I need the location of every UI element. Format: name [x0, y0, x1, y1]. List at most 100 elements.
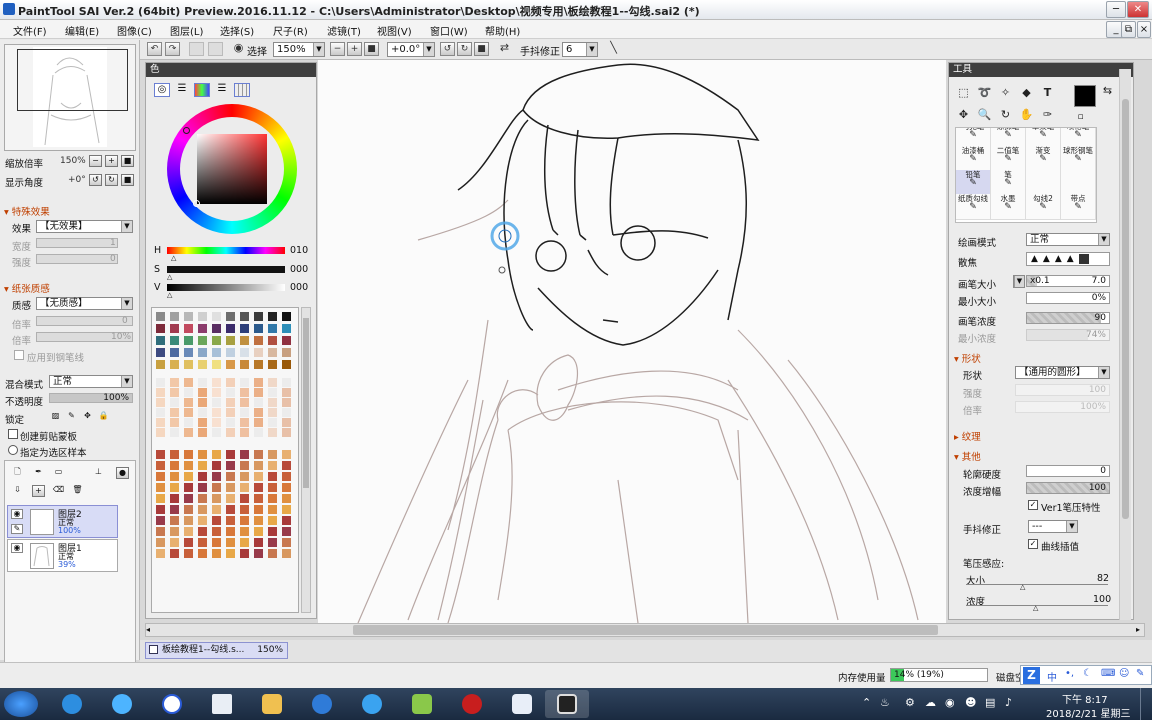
color-swatch[interactable] [268, 516, 277, 525]
text-tool-icon[interactable]: T [1039, 85, 1056, 101]
color-swatch[interactable] [254, 388, 263, 397]
brush-slot[interactable]: 勾线2 ✎ [1026, 194, 1061, 220]
color-swatch[interactable] [170, 428, 179, 437]
navigator-preview[interactable] [4, 44, 136, 151]
color-swatch[interactable] [226, 312, 235, 321]
color-swatch[interactable] [170, 408, 179, 417]
brush-slot[interactable]: 水墨 ✎ [991, 194, 1026, 220]
color-swatch[interactable] [226, 505, 235, 514]
color-swatch[interactable] [170, 483, 179, 492]
color-swatch[interactable] [156, 450, 165, 459]
color-swatch[interactable] [156, 418, 165, 427]
color-swatch[interactable] [254, 360, 263, 369]
color-swatch[interactable] [170, 505, 179, 514]
brush-slot[interactable]: 球形钢笔 ✎ [1061, 146, 1096, 172]
menu-edit[interactable]: 编辑(E) [65, 23, 99, 38]
color-swatch[interactable] [198, 472, 207, 481]
color-swatch[interactable] [184, 450, 193, 459]
color-swatch[interactable] [282, 312, 291, 321]
color-swatch[interactable] [282, 398, 291, 407]
color-swatch[interactable] [198, 388, 207, 397]
zoom-out-icon[interactable]: − [330, 42, 345, 56]
color-swatch[interactable] [268, 538, 277, 547]
color-swatch[interactable] [240, 472, 249, 481]
ime-moon-icon[interactable]: ☾ [1083, 668, 1092, 679]
color-swatch[interactable] [254, 408, 263, 417]
color-swatch[interactable] [184, 527, 193, 536]
lock-all-icon[interactable]: 🔒 [97, 411, 110, 423]
menu-window[interactable]: 窗口(W) [430, 23, 468, 38]
color-swatch[interactable] [212, 312, 221, 321]
color-swatch[interactable] [254, 428, 263, 437]
color-swatch[interactable] [254, 483, 263, 492]
zoom-reset-icon[interactable]: ■ [364, 42, 379, 56]
saturation-value-square[interactable] [197, 134, 267, 204]
color-swatch[interactable] [254, 336, 263, 345]
color-swatch[interactable] [156, 348, 165, 357]
tray-chevron-icon[interactable]: ⌃ [862, 696, 871, 709]
color-swatch[interactable] [198, 450, 207, 459]
menu-select[interactable]: 选择(S) [220, 23, 254, 38]
color-swatch[interactable] [254, 324, 263, 333]
texture-scale-slider[interactable] [36, 316, 133, 326]
blend-mode-select[interactable]: 正常 ▼ [49, 375, 133, 388]
color-swatch[interactable] [184, 348, 193, 357]
color-swatch[interactable] [226, 461, 235, 470]
min-size-slider[interactable]: 0% [1026, 292, 1110, 304]
tray-icon[interactable]: ◉ [945, 696, 955, 709]
eye-icon[interactable]: ◉ [11, 543, 23, 553]
shape-strength-slider[interactable]: 100 [1015, 384, 1110, 396]
color-swatch[interactable] [170, 494, 179, 503]
color-swatch[interactable] [268, 505, 277, 514]
brush-slot[interactable]: 晕染笔✎ [1026, 128, 1061, 148]
brush-slot[interactable]: 油漆桶 ✎ [956, 146, 991, 172]
mdi-close-button[interactable]: × [1137, 21, 1151, 38]
color-swatch[interactable] [156, 549, 165, 558]
color-swatch[interactable] [226, 418, 235, 427]
color-swatch[interactable] [268, 428, 277, 437]
color-swatch[interactable] [170, 450, 179, 459]
color-swatch[interactable] [212, 388, 221, 397]
color-swatch[interactable] [184, 483, 193, 492]
color-swatch[interactable] [240, 312, 249, 321]
scroll-left-icon[interactable]: ◂ [146, 625, 150, 634]
brush-slot[interactable]: 笔 ✎ [991, 170, 1026, 196]
primary-color-swatch[interactable] [1074, 85, 1096, 107]
layer-item-1[interactable]: ◉ 图层1 正常 39% [7, 539, 118, 572]
mixer-tab-icon[interactable]: ☰ [214, 83, 230, 97]
color-swatch[interactable] [282, 450, 291, 459]
color-swatch[interactable] [184, 428, 193, 437]
ime-keyboard-icon[interactable]: ⌨ [1101, 668, 1115, 679]
start-button[interactable] [4, 691, 38, 717]
texture-section-header[interactable]: ▸ 纹理 [954, 429, 981, 443]
minimize-button[interactable]: ─ [1106, 1, 1126, 18]
straight-line-icon[interactable]: ╲ [606, 42, 621, 56]
swatch-scrollbar-thumb[interactable] [303, 318, 309, 488]
drawing-canvas[interactable] [318, 60, 946, 623]
color-swatch[interactable] [240, 450, 249, 459]
color-swatch[interactable] [226, 360, 235, 369]
deselect-button[interactable] [189, 42, 204, 56]
brush-slot[interactable]: 纸质勾线 ✎ [956, 194, 991, 220]
effect-select[interactable]: 【无效果】 ▼ [36, 220, 133, 233]
color-swatch[interactable] [240, 494, 249, 503]
color-swatch[interactable] [198, 378, 207, 387]
transparent-color-icon[interactable]: ▫ [1072, 109, 1089, 125]
color-swatch[interactable] [170, 312, 179, 321]
rotate-icon[interactable]: ↻ [997, 107, 1014, 123]
color-wheel-tab-icon[interactable]: ◎ [154, 83, 170, 97]
color-swatch[interactable] [240, 378, 249, 387]
color-swatch[interactable] [184, 505, 193, 514]
rotate-reset-icon[interactable]: ■ [474, 42, 489, 56]
color-swatch[interactable] [212, 461, 221, 470]
color-swatch[interactable] [282, 418, 291, 427]
color-swatch[interactable] [198, 348, 207, 357]
scroll-right-icon[interactable]: ▸ [1136, 625, 1140, 634]
color-swatch[interactable] [184, 418, 193, 427]
color-swatch[interactable] [198, 505, 207, 514]
color-swatch[interactable] [226, 450, 235, 459]
brush-slot[interactable] [1061, 170, 1096, 196]
color-swatch[interactable] [184, 549, 193, 558]
color-swatch[interactable] [156, 312, 165, 321]
apply-brush-checkbox[interactable] [14, 350, 24, 360]
